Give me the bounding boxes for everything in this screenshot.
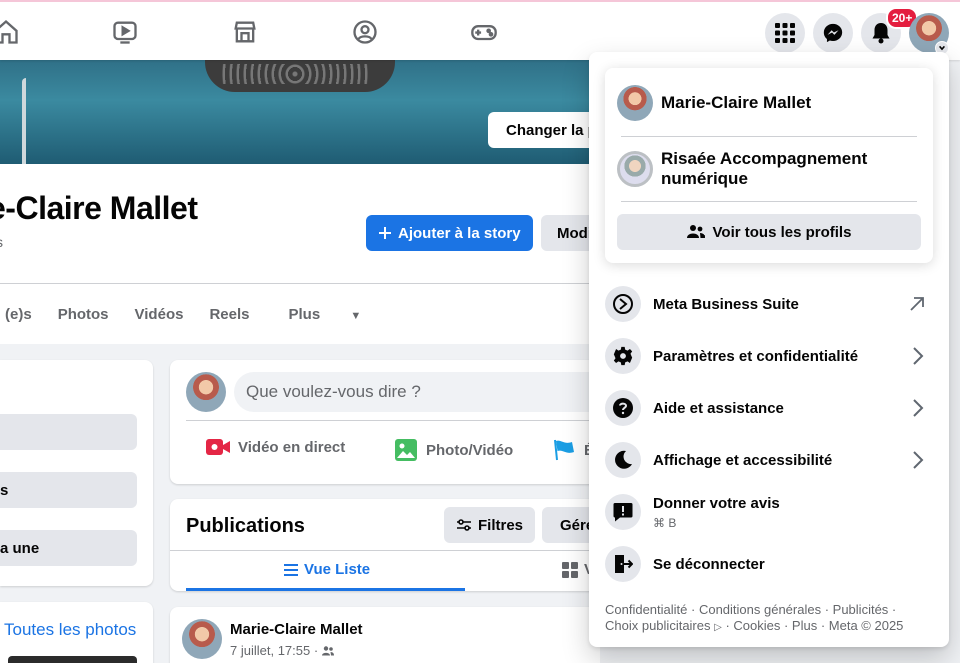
all-photos-link[interactable]: Toutes les photos: [4, 620, 136, 640]
menu-item-meta-business-suite[interactable]: Meta Business Suite: [597, 280, 941, 328]
footer-link-ads[interactable]: Publicités: [833, 602, 889, 617]
page-avatar: [617, 151, 653, 187]
feedback-shortcut: ⌘ B: [653, 515, 677, 530]
groups-icon[interactable]: [351, 18, 379, 46]
menu-item-logout[interactable]: Se déconnecter: [597, 540, 941, 588]
feedback-icon: [605, 494, 641, 530]
chevron-right-icon: [913, 399, 924, 417]
moon-icon: [605, 442, 641, 478]
add-to-story-button[interactable]: Ajouter à la story: [366, 215, 533, 251]
post-author-avatar[interactable]: [182, 619, 222, 659]
profiles-divider-2: [621, 201, 917, 202]
sliders-icon: [457, 519, 471, 531]
intro-button-1[interactable]: [0, 414, 137, 450]
logout-icon: [605, 546, 641, 582]
chevron-down-icon: [938, 45, 946, 51]
chevron-right-icon: [913, 347, 924, 365]
profiles-divider-1: [621, 136, 917, 137]
top-navigation-bar: 20+: [0, 0, 960, 60]
publications-card: Publications Filtres Gérer Vue Liste V: [170, 499, 600, 591]
intro-button-3[interactable]: a une: [0, 530, 137, 566]
help-icon: [605, 390, 641, 426]
profile-divider: [0, 283, 600, 284]
tab-friends[interactable]: (e)s: [0, 300, 45, 329]
profiles-card: Marie-Claire Mallet Risaée Accompagnemen…: [605, 68, 933, 263]
edit-cover-button[interactable]: Changer la photo de couverture: [488, 112, 600, 148]
photo-icon: [395, 439, 417, 461]
tab-photos[interactable]: Photos: [45, 300, 122, 329]
edit-cover-label: Changer la photo de couverture: [506, 121, 600, 139]
apps-menu-button[interactable]: [765, 13, 805, 53]
intro-button-2[interactable]: s: [0, 472, 137, 508]
flag-icon: [554, 439, 574, 461]
menu-item-give-feedback[interactable]: Donner votre avis ⌘ B: [597, 488, 941, 536]
footer-link-terms[interactable]: Conditions générales: [699, 602, 821, 617]
profile-tabs: (e)s Photos Vidéos Reels Plus ▼: [0, 300, 387, 329]
cover-image-post: [22, 78, 26, 164]
footer-copyright: Meta © 2025: [828, 618, 904, 633]
watch-icon[interactable]: [111, 18, 139, 46]
composer-divider: [186, 420, 600, 421]
footer-link-cookies[interactable]: Cookies: [733, 618, 780, 633]
photo-video-button[interactable]: Photo/Vidéo: [394, 438, 513, 462]
cover-photo: [0, 58, 600, 164]
caret-down-icon: ▼: [350, 310, 362, 322]
apps-grid-icon: [775, 23, 795, 43]
post-author-name[interactable]: Marie-Claire Mallet: [230, 621, 363, 638]
life-event-button[interactable]: É: [552, 438, 594, 462]
see-all-profiles-button[interactable]: Voir tous les profils: [617, 214, 921, 250]
gear-icon: [605, 338, 641, 374]
live-video-icon: [206, 439, 230, 455]
menu-item-display-accessibility[interactable]: Affichage et accessibilité: [597, 436, 941, 484]
tab-reels[interactable]: Reels: [196, 300, 262, 329]
profile-avatar: [617, 85, 653, 121]
meta-business-icon: [605, 286, 641, 322]
menu-item-help-support[interactable]: Aide et assistance: [597, 384, 941, 432]
publications-divider: [170, 550, 600, 551]
profiles-icon: [686, 225, 705, 238]
post-meta: 7 juillet, 17:55 ·: [230, 643, 335, 658]
marketplace-icon[interactable]: [231, 18, 259, 46]
profile-subtitle: s: [0, 234, 3, 250]
footer-link-more[interactable]: Plus: [792, 618, 817, 633]
messenger-button[interactable]: [813, 13, 853, 53]
gaming-icon[interactable]: [470, 18, 498, 46]
grid-icon: [562, 561, 578, 578]
publications-title: Publications: [186, 515, 305, 537]
friends-audience-icon: [322, 645, 335, 655]
footer-link-privacy[interactable]: Confidentialité: [605, 602, 687, 617]
menu-item-settings-privacy[interactable]: Paramètres et confidentialité: [597, 332, 941, 380]
profile-switch-page[interactable]: Risaée Accompagnement numérique: [617, 149, 901, 189]
cover-image-pier: [205, 58, 395, 92]
active-tab-indicator: [186, 588, 465, 591]
post-composer: Que voulez-vous dire ? Vidéo en direct P…: [170, 360, 600, 484]
tab-videos[interactable]: Vidéos: [122, 300, 197, 329]
composer-avatar[interactable]: [186, 372, 226, 412]
profile-switch-primary[interactable]: Marie-Claire Mallet: [617, 85, 811, 121]
composer-input[interactable]: Que voulez-vous dire ?: [234, 372, 600, 412]
home-icon[interactable]: [0, 18, 20, 46]
external-arrow-icon: [910, 297, 924, 311]
menu-footer: Confidentialité · Conditions générales ·…: [605, 602, 904, 633]
account-menu: Marie-Claire Mallet Risaée Accompagnemen…: [589, 52, 949, 647]
live-video-button[interactable]: Vidéo en direct: [206, 438, 345, 456]
post-card: Marie-Claire Mallet 7 juillet, 17:55 ·: [170, 607, 600, 663]
post-date[interactable]: 7 juillet, 17:55 ·: [230, 643, 318, 658]
tab-more[interactable]: Plus ▼: [262, 300, 387, 329]
plus-icon: [379, 227, 391, 239]
profile-name: e-Claire Mallet: [0, 190, 198, 226]
messenger-icon: [823, 23, 843, 43]
list-view-tab[interactable]: Vue Liste: [284, 561, 370, 578]
list-icon: [284, 563, 298, 576]
ad-choices-icon: ▷: [714, 622, 722, 633]
footer-link-ad-choices[interactable]: Choix publicitaires: [605, 618, 711, 633]
photo-thumbnail[interactable]: [8, 656, 137, 663]
chevron-right-icon: [913, 451, 924, 469]
filters-button[interactable]: Filtres: [444, 507, 536, 543]
